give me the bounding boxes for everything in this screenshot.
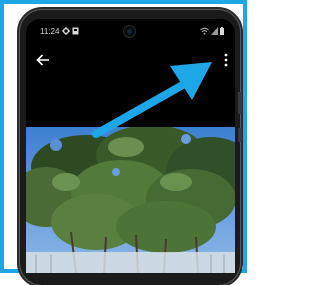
front-camera bbox=[124, 26, 135, 37]
more-vertical-icon bbox=[224, 53, 228, 67]
building bbox=[26, 252, 235, 273]
gear-icon bbox=[62, 27, 70, 35]
wifi-icon bbox=[200, 27, 209, 35]
arrow-left-icon bbox=[36, 54, 49, 66]
battery-icon bbox=[220, 27, 224, 35]
volume-button bbox=[238, 92, 242, 114]
status-bar: 11:24 bbox=[26, 19, 235, 41]
signal-icon bbox=[211, 27, 218, 35]
back-button[interactable] bbox=[36, 54, 50, 66]
photo-icon bbox=[72, 27, 79, 35]
status-time: 11:24 bbox=[40, 27, 60, 36]
tree-canopy bbox=[26, 127, 235, 253]
power-button bbox=[238, 128, 242, 142]
photo-view[interactable] bbox=[26, 127, 235, 273]
phone-screen: 11:24 bbox=[26, 19, 235, 273]
more-options-button[interactable] bbox=[222, 52, 230, 68]
